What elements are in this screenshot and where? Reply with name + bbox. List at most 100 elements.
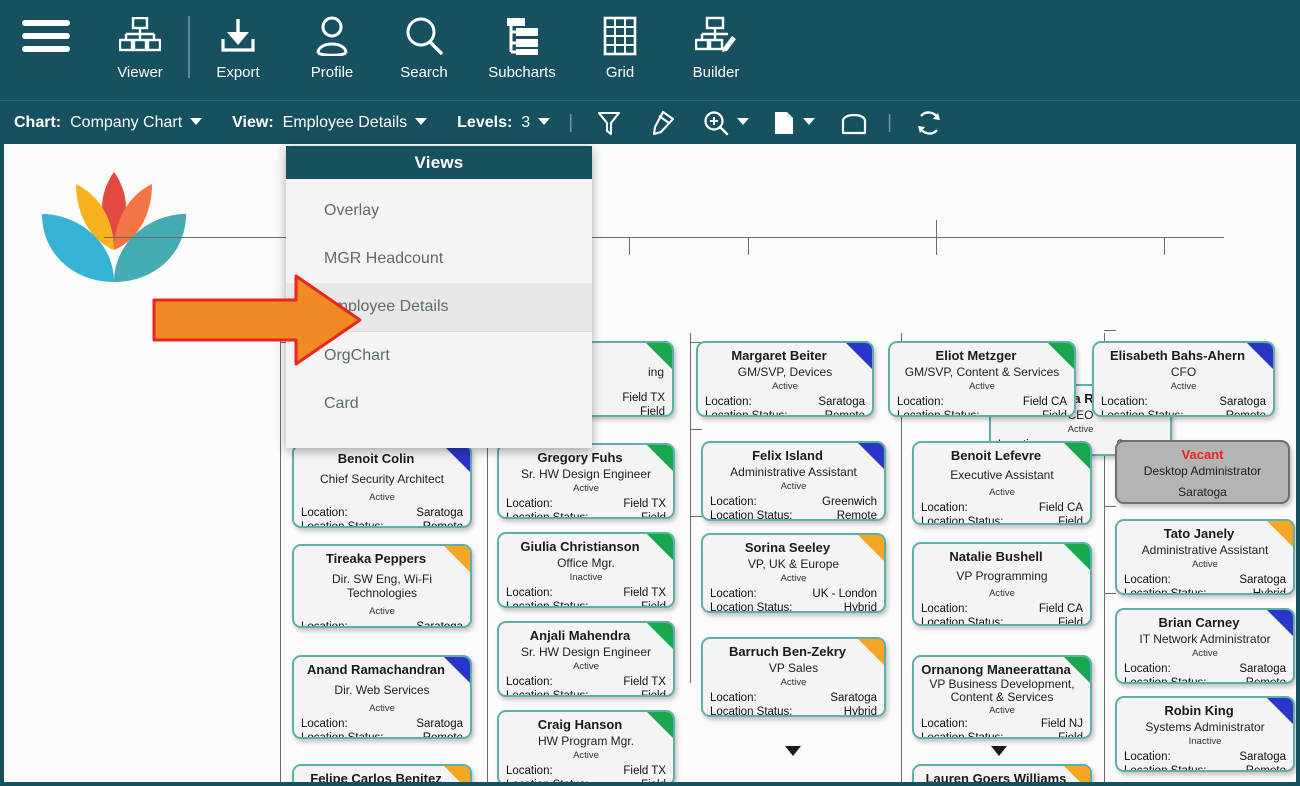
- toolbar-item-subcharts[interactable]: Subcharts: [470, 0, 574, 81]
- zoom-in-icon[interactable]: [703, 110, 729, 136]
- hamburger-icon[interactable]: [22, 14, 70, 58]
- toolbar-item-search[interactable]: Search: [378, 0, 470, 81]
- node-location-value: Field CA: [1038, 603, 1083, 615]
- node-location-status-value: Field: [1058, 516, 1083, 525]
- levels-chevron-down-icon[interactable]: [538, 117, 551, 125]
- node-craig-hanson[interactable]: Craig Hanson HW Program Mgr. Active Loca…: [497, 710, 675, 782]
- node-tato-janely[interactable]: Tato Janely Administrative Assistant Act…: [1115, 519, 1295, 595]
- toolbar-item-grid[interactable]: Grid: [574, 0, 666, 81]
- node-eliot-metzger[interactable]: Eliot Metzger GM/SVP, Content & Services…: [888, 341, 1076, 417]
- views-menu-item-card[interactable]: Card: [286, 380, 592, 428]
- views-menu-item-overlay[interactable]: Overlay: [286, 187, 592, 235]
- chart-chevron-down-icon[interactable]: [190, 117, 203, 125]
- node-tireaka-peppers[interactable]: Tireaka Peppers Dir. SW Eng, Wi-Fi Techn…: [292, 544, 472, 628]
- node-location-status-value: Remote: [836, 510, 877, 521]
- highlighter-pen-icon[interactable]: [649, 110, 675, 136]
- views-menu-item-label: Overlay: [324, 202, 380, 219]
- node-location-label: Location:: [1101, 396, 1148, 408]
- node-location-status-value: Field: [1042, 410, 1067, 417]
- node-robin-king[interactable]: Robin King Systems Administrator Inactiv…: [1115, 696, 1295, 772]
- node-brian-carney[interactable]: Brian Carney IT Network Administrator Ac…: [1115, 608, 1295, 684]
- toolbar-item-builder[interactable]: Builder: [666, 0, 766, 81]
- node-benoit-colin[interactable]: Benoit Colin Chief Security Architect Ac…: [292, 444, 472, 528]
- node-location-status-value: Remote: [1245, 765, 1286, 772]
- node-location-status-label: Location Status:: [506, 512, 589, 519]
- node-ornanong-maneerattana[interactable]: Ornanong Maneerattana VP Business Develo…: [912, 655, 1092, 739]
- node-location-status-label: Location Status:: [1124, 765, 1207, 772]
- node-status: Active: [989, 705, 1015, 716]
- node-flag-green-icon: [1064, 657, 1090, 683]
- node-felix-island[interactable]: Felix Island Administrative Assistant Ac…: [701, 441, 886, 521]
- chart-canvas[interactable]: Joshua Ryor CEO Active Location:Saratoga…: [0, 144, 1300, 786]
- node-barruch-ben-zekry[interactable]: Barruch Ben-Zekry VP Sales Active Locati…: [701, 637, 886, 717]
- node-status: Active: [989, 487, 1015, 498]
- node-vacant-desktop-administrator[interactable]: Vacant Desktop Administrator Saratoga: [1115, 440, 1290, 504]
- node-location-status-value: Field: [1058, 732, 1083, 739]
- node-flag-green-icon: [647, 534, 673, 560]
- node-status: Active: [780, 481, 807, 492]
- node-location-value: UK - London: [812, 588, 877, 600]
- node-title: VP, UK & Europe: [747, 557, 840, 571]
- node-location-status-label: Location Status:: [710, 510, 793, 521]
- node-anand-ramachandran[interactable]: Anand Ramachandran Dir. Web Services Act…: [292, 655, 472, 739]
- node-location-value: Field CA: [1022, 396, 1067, 408]
- node-location-status-value: Hybrid: [843, 602, 877, 613]
- node-giulia-christianson[interactable]: Giulia Christianson Office Mgr. Inactive…: [497, 532, 675, 608]
- node-location-label: Location:: [921, 718, 968, 730]
- refresh-icon[interactable]: [916, 110, 942, 136]
- node-sorina-seeley[interactable]: Sorina Seeley VP, UK & Europe Active Loc…: [701, 533, 886, 613]
- toolbar-item-profile[interactable]: Profile: [286, 0, 378, 81]
- toolbar-label-viewer: Viewer: [117, 64, 163, 81]
- node-location-status-label: Location Status:: [1124, 588, 1207, 595]
- node-flag-orange-icon: [444, 546, 470, 572]
- view-selector-value[interactable]: Employee Details: [283, 114, 408, 132]
- levels-selector-value[interactable]: 3: [521, 114, 530, 132]
- node-margaret-beiter[interactable]: Margaret Beiter GM/SVP, Devices Active L…: [696, 341, 874, 417]
- node-anjali-mahendra[interactable]: Anjali Mahendra Sr. HW Design Engineer A…: [497, 621, 675, 697]
- node-location-status-label: Location Status:: [1101, 410, 1184, 417]
- bread-legend-icon[interactable]: [839, 111, 869, 135]
- chart-selector-value[interactable]: Company Chart: [70, 114, 182, 132]
- connector-stub-5: [1104, 330, 1116, 331]
- node-status: Active: [369, 492, 395, 503]
- node-location-value: Field NJ: [1040, 718, 1083, 730]
- toolbar-item-viewer[interactable]: Viewer: [92, 0, 188, 81]
- expand-triangle-col3-a[interactable]: [785, 746, 801, 756]
- node-lauren-goers-williams[interactable]: Lauren Goers Williams: [912, 764, 1092, 782]
- page-chevron-down-icon[interactable]: [803, 117, 816, 125]
- node-location-status-value: Field: [641, 601, 666, 608]
- node-elisabeth-bahs-ahern[interactable]: Elisabeth Bahs-Ahern CFO Active Location…: [1092, 341, 1275, 417]
- node-status: Active: [989, 588, 1015, 599]
- node-title: VP Programming: [956, 569, 1048, 583]
- menu-button[interactable]: [0, 0, 92, 58]
- node-flag-green-icon: [1064, 443, 1090, 469]
- node-location-status-value: Remote: [422, 521, 463, 528]
- node-status: Active: [369, 703, 395, 714]
- node-location-status-value: Field: [1058, 617, 1083, 626]
- node-location-value: Saratoga: [1219, 396, 1266, 408]
- node-benoit-lefevre[interactable]: Benoit Lefevre Executive Assistant Activ…: [912, 441, 1092, 525]
- toolbar-item-export[interactable]: Export: [190, 0, 286, 81]
- node-gregory-fuhs[interactable]: Gregory Fuhs Sr. HW Design Engineer Acti…: [497, 443, 675, 519]
- filter-funnel-icon[interactable]: [597, 110, 621, 136]
- node-name: Sorina Seeley: [744, 540, 831, 555]
- subcharts-icon: [503, 14, 541, 58]
- node-natalie-bushell[interactable]: Natalie Bushell VP Programming Active Lo…: [912, 542, 1092, 626]
- page-icon[interactable]: [773, 110, 795, 136]
- node-flag-blue-icon: [1267, 610, 1293, 636]
- node-location-status-label: Location Status:: [921, 617, 1004, 626]
- node-location-status-label: Location Status:: [897, 410, 980, 417]
- node-flag-blue-icon: [1247, 343, 1273, 369]
- node-location-status-label: Location Status:: [506, 690, 589, 697]
- node-location-label: Location:: [710, 588, 757, 600]
- node-felipe-carlos-benitez[interactable]: Felipe Carlos Benitez: [292, 764, 472, 782]
- connector-level2-bus: [104, 237, 1224, 238]
- magnifier-icon: [404, 14, 444, 58]
- view-chevron-down-icon[interactable]: [415, 117, 428, 125]
- connector-spine-col3: [690, 333, 691, 683]
- expand-triangle-col4-a[interactable]: [991, 746, 1007, 756]
- annotation-arrow-icon: [148, 272, 368, 372]
- node-flag-green-icon: [646, 343, 672, 369]
- zoom-chevron-down-icon[interactable]: [737, 117, 750, 125]
- node-status: Inactive: [569, 572, 603, 583]
